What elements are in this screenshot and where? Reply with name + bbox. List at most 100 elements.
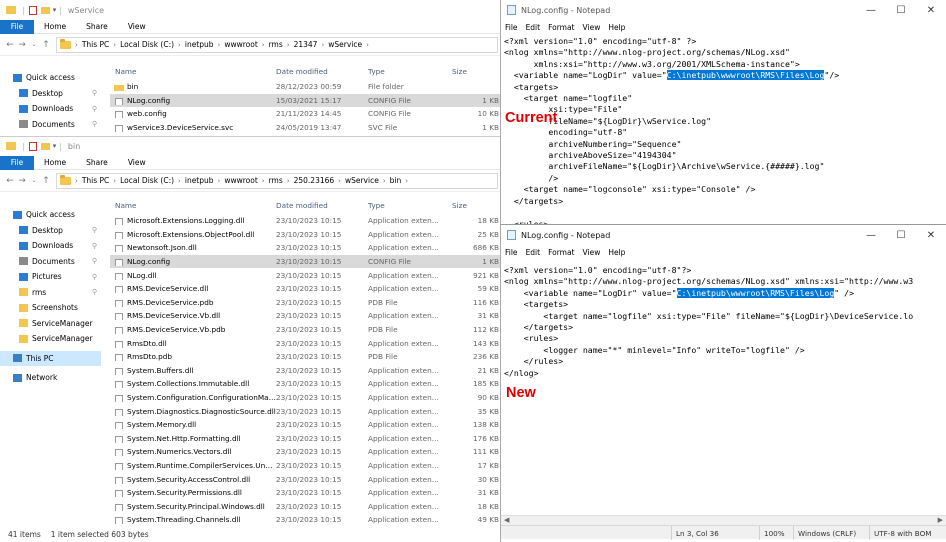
sidebar-item[interactable]: ServiceManager — [0, 331, 101, 347]
sidebar-item[interactable]: rms ⚲ — [0, 285, 101, 301]
pin-icon[interactable]: ⚲ — [92, 273, 97, 281]
ribbon-tab-home[interactable]: Home — [34, 158, 76, 167]
maximize-button[interactable]: ☐ — [886, 225, 916, 245]
table-row[interactable]: System.Security.Permissions.dll 23/10/202… — [110, 486, 500, 500]
table-row[interactable]: System.Memory.dll 23/10/2023 10:15 Applica… — [110, 418, 500, 432]
back-arrow-icon[interactable]: ← — [4, 176, 16, 186]
column-header-date[interactable]: Date modified — [276, 67, 368, 76]
forward-arrow-icon[interactable]: → — [16, 40, 28, 50]
table-row[interactable]: System.Diagnostics.DiagnosticSource.dll 2… — [110, 404, 500, 418]
maximize-button[interactable]: ☐ — [886, 0, 916, 20]
column-header-name[interactable]: Name — [110, 67, 276, 76]
menu-view[interactable]: View — [583, 248, 601, 257]
menu-file[interactable]: File — [505, 23, 518, 32]
column-header-size[interactable]: Size — [446, 67, 499, 76]
table-row[interactable]: Microsoft.Extensions.ObjectPool.dll 23/10… — [110, 228, 500, 242]
column-header-type[interactable]: Type — [368, 201, 446, 210]
menu-edit[interactable]: Edit — [526, 248, 541, 257]
column-header-date[interactable]: Date modified — [276, 201, 368, 210]
forward-arrow-icon[interactable]: → — [16, 176, 28, 186]
ribbon-tab-file[interactable]: File — [0, 155, 34, 170]
breadcrumb-item[interactable]: wService — [328, 40, 362, 49]
column-header-type[interactable]: Type — [368, 67, 446, 76]
minimize-button[interactable]: — — [856, 0, 886, 20]
column-header-name[interactable]: Name — [110, 201, 276, 210]
address-bar[interactable]: › This PC › Local Disk (C:) › inetpub › wwwroot… — [56, 172, 498, 189]
sidebar-item[interactable]: Documents ⚲ — [0, 117, 101, 133]
table-row[interactable]: NLog.config 23/10/2023 10:15 CONFIG File 1 … — [110, 254, 500, 269]
sidebar-item[interactable]: ServiceManager — [0, 316, 101, 332]
breadcrumb-item[interactable]: inetpub — [185, 40, 214, 49]
table-row[interactable]: RMS.DeviceService.pdb 23/10/2023 10:15 PDB… — [110, 296, 500, 310]
dropdown-icon[interactable]: ▾ — [53, 6, 57, 14]
breadcrumb-item[interactable]: wService — [345, 176, 379, 185]
table-row[interactable]: RMS.DeviceService.Vb.pdb 23/10/2023 10:15… — [110, 323, 500, 337]
menu-format[interactable]: Format — [548, 248, 574, 257]
pin-icon[interactable]: ⚲ — [92, 257, 97, 265]
sidebar-item[interactable]: Downloads ⚲ — [0, 238, 101, 254]
address-bar[interactable]: › This PC › Local Disk (C:) › inetpub › wwwroot… — [56, 36, 498, 53]
breadcrumb-item[interactable]: 250.23166 — [294, 176, 335, 185]
ribbon-tab-share[interactable]: Share — [76, 22, 118, 31]
scroll-right-icon[interactable]: ▶ — [938, 516, 943, 524]
menu-view[interactable]: View — [583, 23, 601, 32]
properties-icon[interactable] — [28, 5, 37, 15]
table-row[interactable]: web.config 21/11/2023 14:45 CONFIG File 10 … — [110, 107, 500, 121]
ribbon-tab-home[interactable]: Home — [34, 22, 76, 31]
properties-icon[interactable] — [28, 141, 37, 151]
table-row[interactable]: Microsoft.Extensions.Logging.dll 23/10/20… — [110, 214, 500, 228]
table-row[interactable]: System.Net.Http.Formatting.dll 23/10/2023… — [110, 432, 500, 446]
breadcrumb-item[interactable]: This PC — [82, 176, 109, 185]
breadcrumb-item[interactable]: rms — [269, 40, 283, 49]
pin-icon[interactable]: ⚲ — [92, 89, 97, 97]
table-row[interactable]: System.Numerics.Vectors.dll 23/10/2023 10… — [110, 445, 500, 459]
breadcrumb-item[interactable]: Local Disk (C:) — [120, 176, 174, 185]
table-row[interactable]: System.Runtime.CompilerServices.Unsaf...… — [110, 459, 500, 473]
breadcrumb-item[interactable]: bin — [390, 176, 402, 185]
sidebar-item[interactable]: Desktop ⚲ — [0, 86, 101, 102]
breadcrumb-item[interactable]: 21347 — [294, 40, 318, 49]
text-editor[interactable]: <?xml version="1.0" encoding="utf-8"?> <n… — [504, 265, 913, 379]
close-button[interactable]: ✕ — [916, 225, 946, 245]
ribbon-tab-share[interactable]: Share — [76, 158, 118, 167]
table-row[interactable]: System.Collections.Immutable.dll 23/10/20… — [110, 377, 500, 391]
selected-text[interactable]: C:\inetpub\wwwroot\RMS\Files\Log — [666, 70, 825, 81]
ribbon-tab-file[interactable]: File — [0, 19, 34, 34]
pin-icon[interactable]: ⚲ — [92, 226, 97, 234]
sidebar-item[interactable]: Quick access — [0, 207, 101, 223]
table-row[interactable]: System.Security.AccessControl.dll 23/10/2… — [110, 472, 500, 486]
table-row[interactable]: RMS.DeviceService.Vb.dll 23/10/2023 10:15… — [110, 309, 500, 323]
sidebar-item[interactable]: Documents ⚲ — [0, 254, 101, 270]
menu-file[interactable]: File — [505, 248, 518, 257]
breadcrumb-item[interactable]: wwwroot — [224, 176, 257, 185]
menu-help[interactable]: Help — [608, 23, 625, 32]
horizontal-scrollbar[interactable]: ◀ ▶ — [501, 515, 946, 525]
table-row[interactable]: RmsDto.pdb 23/10/2023 10:15 PDB File 236 KB — [110, 350, 500, 364]
breadcrumb-item[interactable]: This PC — [82, 40, 109, 49]
sidebar-item[interactable]: Network — [0, 370, 101, 386]
table-row[interactable]: System.Configuration.ConfigurationMan...… — [110, 391, 500, 405]
close-button[interactable]: ✕ — [916, 0, 946, 20]
menu-format[interactable]: Format — [548, 23, 574, 32]
ribbon-tab-view[interactable]: View — [118, 158, 156, 167]
table-row[interactable]: RMS.DeviceService.dll 23/10/2023 10:15 App… — [110, 282, 500, 296]
column-header-size[interactable]: Size — [446, 201, 499, 210]
table-row[interactable]: System.Security.Principal.Windows.dll 23/… — [110, 499, 500, 513]
selected-text[interactable]: C:\inetpub\wwwroot\RMS\Files\Log — [676, 287, 835, 298]
breadcrumb-item[interactable]: wwwroot — [224, 40, 257, 49]
pin-icon[interactable]: ⚲ — [92, 242, 97, 250]
new-folder-icon[interactable] — [40, 142, 50, 150]
dropdown-icon[interactable]: ▾ — [53, 142, 57, 150]
table-row[interactable]: wService3.DeviceService.svc 24/05/2019 13… — [110, 121, 500, 135]
table-row[interactable]: Newtonsoft.Json.dll 23/10/2023 10:15 Appli… — [110, 241, 500, 255]
breadcrumb-item[interactable]: Local Disk (C:) — [120, 40, 174, 49]
table-row[interactable]: System.Threading.Channels.dll 23/10/2023 … — [110, 513, 500, 527]
table-row[interactable]: System.Buffers.dll 23/10/2023 10:15 Applic… — [110, 364, 500, 378]
breadcrumb-item[interactable]: inetpub — [185, 176, 214, 185]
sidebar-item[interactable]: Quick access — [0, 70, 101, 86]
scroll-left-icon[interactable]: ◀ — [504, 516, 509, 524]
breadcrumb-item[interactable]: rms — [269, 176, 283, 185]
minimize-button[interactable]: — — [856, 225, 886, 245]
pin-icon[interactable]: ⚲ — [92, 105, 97, 113]
pin-icon[interactable]: ⚲ — [92, 288, 97, 296]
